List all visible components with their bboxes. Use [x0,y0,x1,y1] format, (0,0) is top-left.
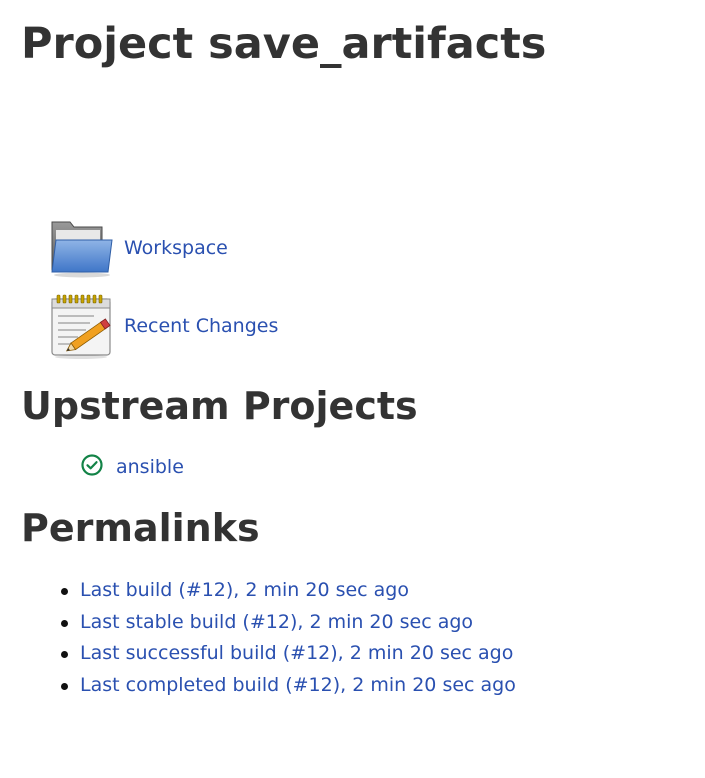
permalinks-heading: Permalinks [21,506,260,550]
permalink-last-build[interactable]: Last build (#12), 2 min 20 sec ago [80,579,409,601]
recent-changes-link[interactable]: Recent Changes [124,315,278,337]
permalink-item: Last successful build (#12), 2 min 20 se… [61,638,516,670]
upstream-project-item: ansible [80,449,184,481]
bullet-icon [61,682,68,690]
permalinks-list: Last build (#12), 2 min 20 sec ago Last … [61,575,516,702]
upstream-projects-heading: Upstream Projects [21,384,418,428]
upstream-project-link-ansible[interactable]: ansible [116,456,184,478]
upstream-projects-list: ansible [80,449,184,481]
workspace-link[interactable]: Workspace [124,237,228,259]
recent-changes-link-row[interactable]: Recent Changes [48,292,278,360]
permalink-last-successful-build[interactable]: Last successful build (#12), 2 min 20 se… [80,642,513,664]
permalink-last-completed-build[interactable]: Last completed build (#12), 2 min 20 sec… [80,674,516,696]
bullet-icon [61,651,68,658]
page-title: Project save_artifacts [21,19,547,69]
bullet-icon [61,588,68,595]
success-check-icon [81,454,103,476]
folder-icon [51,221,113,278]
workspace-link-row[interactable]: Workspace [48,214,228,282]
permalink-item: Last completed build (#12), 2 min 20 sec… [61,670,516,702]
bullet-icon [61,619,68,627]
permalink-last-stable-build[interactable]: Last stable build (#12), 2 min 20 sec ag… [80,611,473,633]
permalink-item: Last build (#12), 2 min 20 sec ago [61,575,516,607]
permalink-item: Last stable build (#12), 2 min 20 sec ag… [61,607,516,639]
notepad-icon [51,294,111,359]
